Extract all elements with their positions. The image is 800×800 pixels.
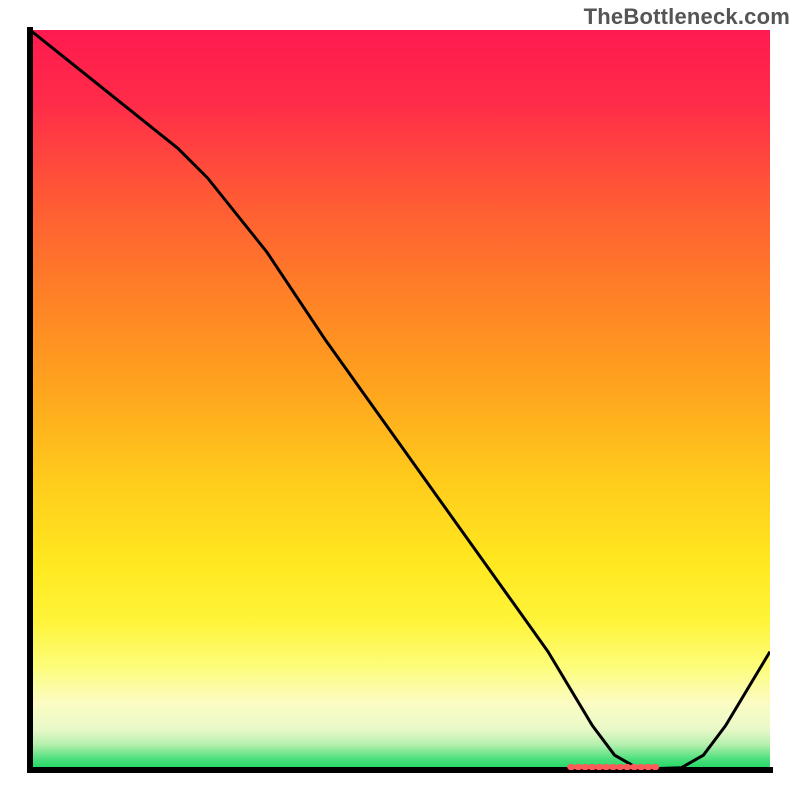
chart-container: TheBottleneck.com	[0, 0, 800, 800]
watermark-text: TheBottleneck.com	[584, 4, 790, 30]
plot-background	[30, 30, 770, 770]
bottleneck-chart	[0, 0, 800, 800]
